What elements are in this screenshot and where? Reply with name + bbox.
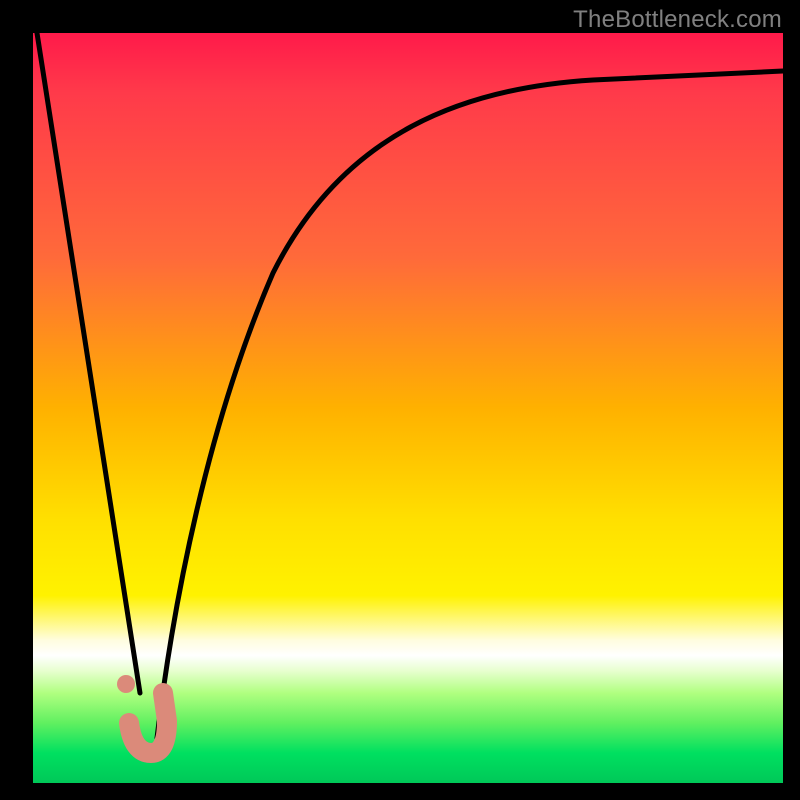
marker-dot <box>117 675 135 693</box>
chart-frame: TheBottleneck.com <box>0 0 800 800</box>
valley-j-marker <box>129 693 167 753</box>
chart-svg <box>33 33 783 783</box>
left-branch-path <box>37 33 140 693</box>
right-branch-path <box>157 71 783 738</box>
watermark-text: TheBottleneck.com <box>573 6 782 34</box>
